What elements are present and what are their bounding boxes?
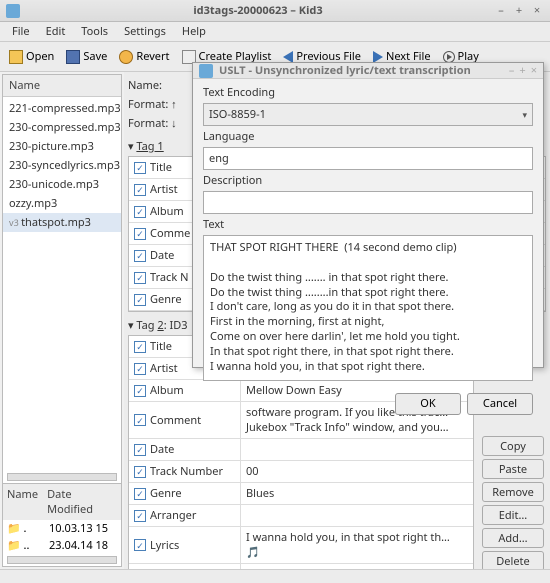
dir-row[interactable]: 📁 ..23.04.14 18 — [3, 537, 121, 554]
save-label: Save — [83, 49, 107, 64]
open-button[interactable]: Open — [4, 46, 59, 67]
language-label: Language — [203, 129, 533, 144]
checkbox-icon[interactable] — [134, 206, 146, 218]
open-label: Open — [26, 49, 54, 64]
menu-settings[interactable]: Settings — [116, 22, 174, 41]
dialog-icon — [199, 64, 213, 78]
dir-row[interactable]: 📁 .10.03.13 15 — [3, 520, 121, 537]
checkbox-icon[interactable] — [134, 162, 146, 174]
encoding-value: ISO-8859-1 — [209, 107, 266, 122]
dialog-close-button[interactable]: × — [531, 63, 537, 78]
cancel-button[interactable]: Cancel — [467, 393, 533, 415]
checkbox-icon[interactable] — [134, 539, 146, 551]
paste-button[interactable]: Paste — [482, 459, 544, 479]
revert-icon — [119, 50, 133, 64]
checkbox-icon[interactable] — [134, 250, 146, 262]
edit-button[interactable]: Edit… — [482, 505, 544, 525]
checkbox-icon[interactable] — [134, 228, 146, 240]
sidebar: Name 221-compressed.mp3230-compressed.mp… — [2, 74, 122, 567]
checkbox-icon[interactable] — [134, 510, 146, 522]
menu-file[interactable]: File — [4, 22, 38, 41]
menubar: File Edit Tools Settings Help — [0, 22, 550, 42]
text-label: Text — [203, 217, 533, 232]
menu-tools[interactable]: Tools — [73, 22, 116, 41]
description-label: Description — [203, 173, 533, 188]
window-title: id3tags-20000623 – Kid3 — [26, 3, 490, 18]
file-item[interactable]: 230-syncedlyrics.mp3 — [3, 156, 121, 175]
statusbar — [0, 569, 550, 583]
app-icon — [6, 4, 20, 18]
description-input[interactable] — [203, 191, 533, 214]
dialog-titlebar: USLT - Unsynchronized lyric/text transcr… — [193, 63, 543, 79]
tag2-key[interactable]: Genre — [129, 483, 241, 505]
copy-button[interactable]: Copy — [482, 436, 544, 456]
revert-button[interactable]: Revert — [114, 46, 174, 67]
menu-edit[interactable]: Edit — [38, 22, 74, 41]
close-button[interactable]: × — [530, 3, 544, 18]
tag1-label: Tag 1 — [136, 139, 163, 154]
prev-icon — [283, 51, 293, 63]
titlebar: id3tags-20000623 – Kid3 – + × — [0, 0, 550, 22]
checkbox-icon[interactable] — [134, 363, 146, 375]
dir-col-name: Name — [7, 487, 47, 517]
checkbox-icon[interactable] — [134, 272, 146, 284]
scrollbar-icon[interactable] — [7, 556, 117, 564]
file-list[interactable]: 221-compressed.mp3230-compressed.mp3230-… — [3, 97, 121, 471]
tag2-key[interactable]: Lyrics — [129, 527, 241, 564]
chevron-down-icon: ▾ — [522, 108, 527, 121]
minimize-button[interactable]: – — [494, 3, 508, 18]
tag2-key[interactable]: Date — [129, 439, 241, 461]
dialog-min-button[interactable]: – — [509, 63, 515, 78]
dialog-title: USLT - Unsynchronized lyric/text transcr… — [219, 63, 504, 78]
tag2-value[interactable] — [241, 505, 473, 527]
dialog-max-button[interactable]: + — [519, 63, 525, 78]
checkbox-icon[interactable] — [134, 385, 146, 397]
file-item[interactable]: 230-compressed.mp3 — [3, 118, 121, 137]
next-icon — [373, 51, 383, 63]
dir-panel: Name Date Modified 📁 .10.03.13 15📁 ..23.… — [3, 483, 121, 566]
checkbox-icon[interactable] — [134, 488, 146, 500]
tag2-value[interactable] — [241, 439, 473, 461]
revert-label: Revert — [136, 49, 169, 64]
checkbox-icon[interactable] — [134, 294, 146, 306]
side-buttons: Copy Paste Remove Edit… Add… Delete CARE… — [482, 436, 544, 569]
file-item[interactable]: 230-picture.mp3 — [3, 137, 121, 156]
checkbox-icon[interactable] — [134, 444, 146, 456]
tag2-value[interactable]: I wanna hold you, in that spot right th…… — [241, 527, 473, 564]
encoding-label: Text Encoding — [203, 85, 533, 100]
tag2-key[interactable]: Arranger — [129, 505, 241, 527]
open-icon — [9, 50, 23, 64]
file-item[interactable]: 221-compressed.mp3 — [3, 99, 121, 118]
encoding-combo[interactable]: ISO-8859-1 ▾ — [203, 103, 533, 126]
save-button[interactable]: Save — [61, 46, 112, 67]
ok-button[interactable]: OK — [395, 393, 461, 415]
save-icon — [66, 50, 80, 64]
checkbox-icon[interactable] — [134, 184, 146, 196]
checkbox-icon[interactable] — [134, 466, 146, 478]
file-item[interactable]: v3 thatspot.mp3 — [3, 213, 121, 232]
remove-button[interactable]: Remove — [482, 482, 544, 502]
menu-help[interactable]: Help — [174, 22, 214, 41]
add-button[interactable]: Add… — [482, 528, 544, 548]
file-item[interactable]: ozzy.mp3 — [3, 194, 121, 213]
checkbox-icon[interactable] — [134, 414, 146, 426]
dir-col-date: Date Modified — [47, 487, 117, 517]
tag2-value[interactable]: 00 — [241, 461, 473, 483]
tag2-value[interactable]: Blues — [241, 483, 473, 505]
text-area[interactable]: THAT SPOT RIGHT THERE (14 second demo cl… — [203, 235, 533, 381]
dir-header[interactable]: Name Date Modified — [3, 484, 121, 520]
maximize-button[interactable]: + — [512, 3, 526, 18]
delete-button[interactable]: Delete — [482, 551, 544, 569]
sidebar-header[interactable]: Name — [3, 75, 121, 97]
tag2-key[interactable]: Track Number — [129, 461, 241, 483]
language-input[interactable] — [203, 147, 533, 170]
play-icon — [443, 51, 455, 63]
file-item[interactable]: 230-unicode.mp3 — [3, 175, 121, 194]
scrollbar-icon[interactable] — [7, 473, 117, 481]
uslt-dialog: USLT - Unsynchronized lyric/text transcr… — [192, 62, 544, 368]
checkbox-icon[interactable] — [134, 341, 146, 353]
